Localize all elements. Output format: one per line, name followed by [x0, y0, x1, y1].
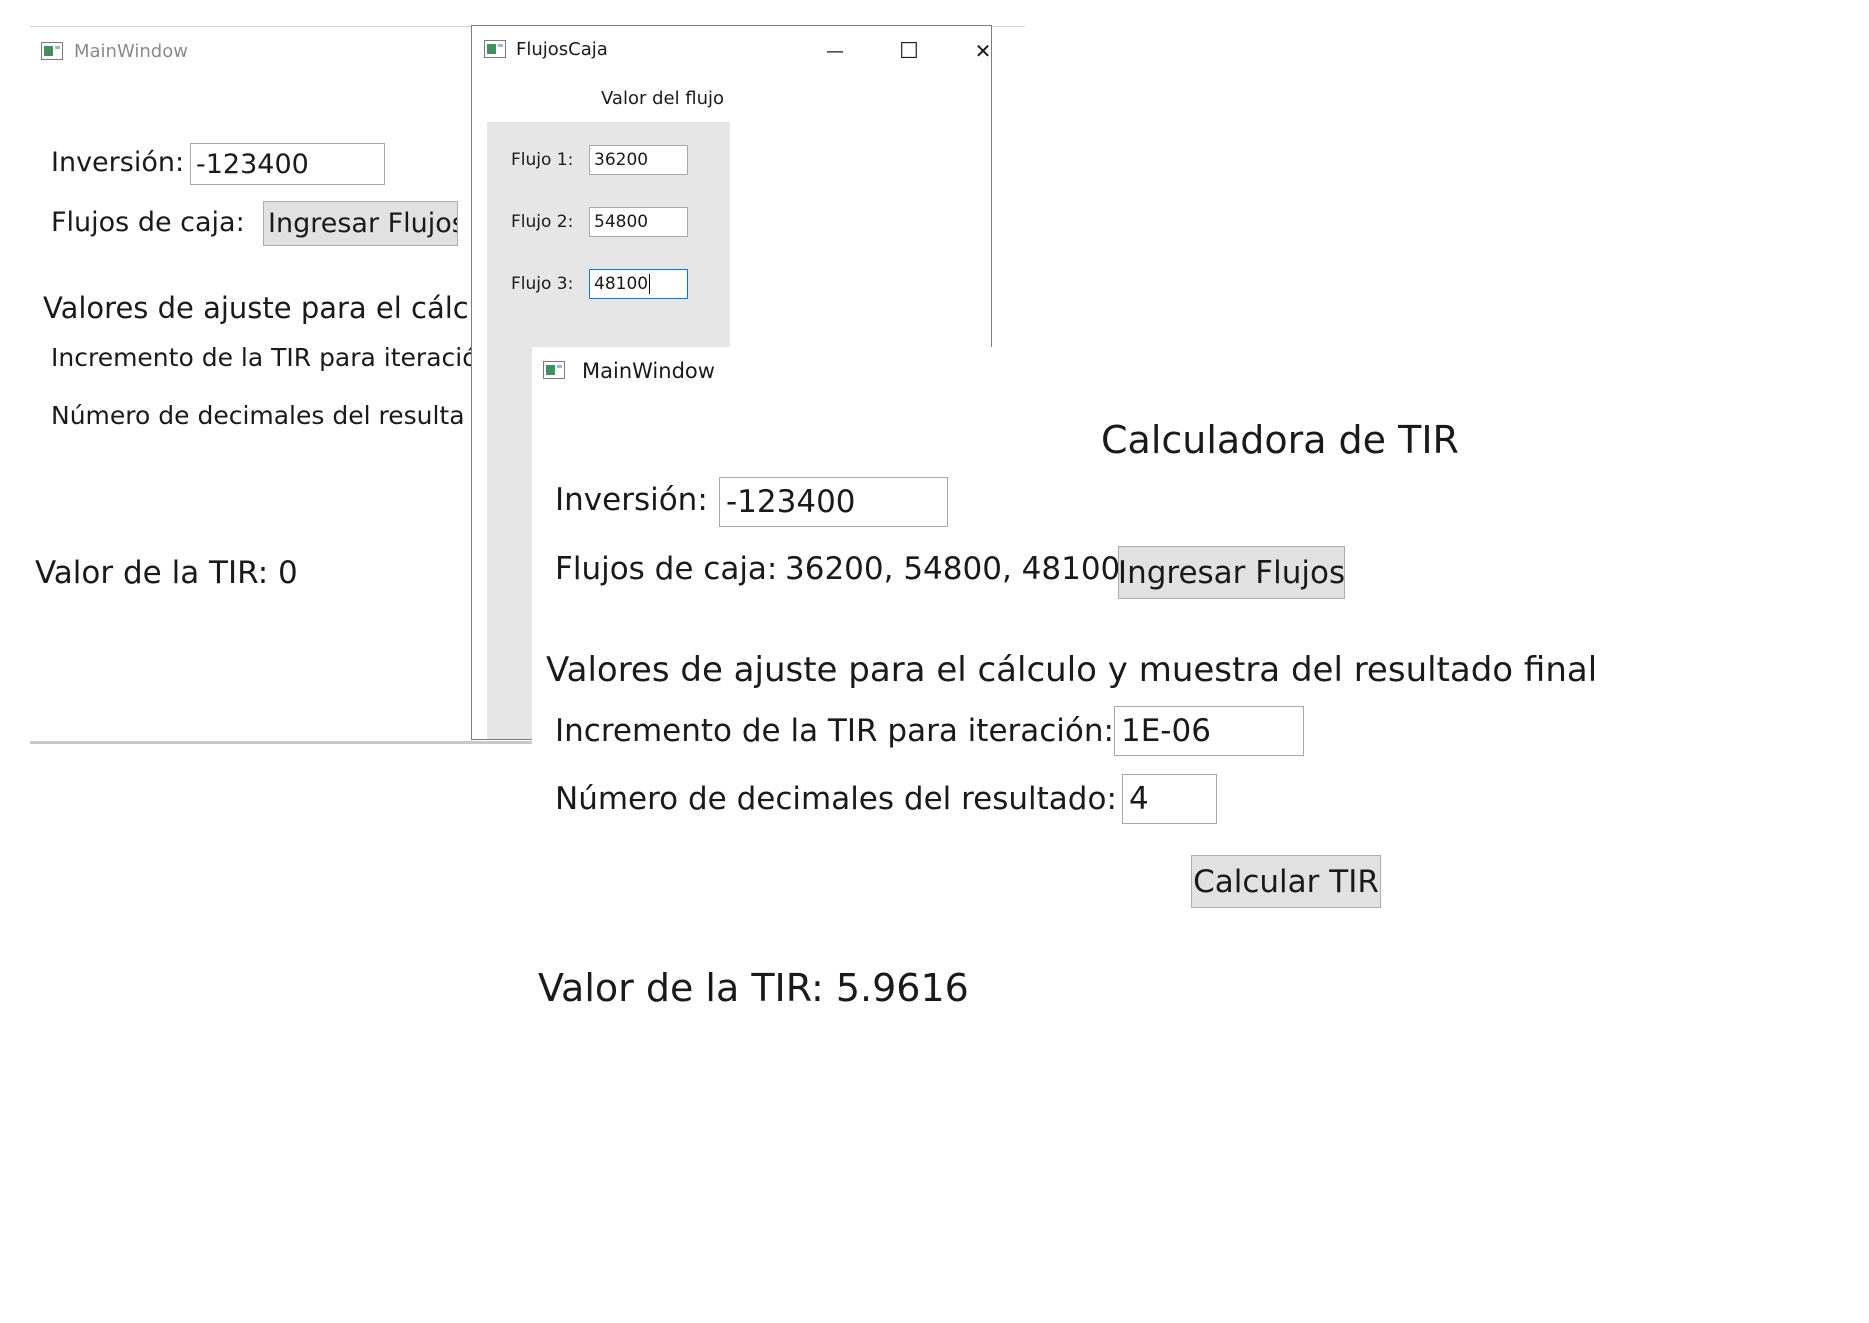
valor-flujo-header: Valor del flujo [601, 88, 725, 109]
front-main-window: MainWindow Calculadora de TIR Inversión:… [532, 347, 1869, 1323]
flujos-label: Flujos de caja: [555, 551, 778, 587]
flujo-3-input[interactable]: 48100 [589, 269, 688, 299]
app-icon [484, 40, 506, 58]
inversion-label: Inversión: [555, 482, 708, 518]
app-icon [41, 42, 63, 60]
resultado-label: Valor de la TIR: 5.9616 [538, 966, 969, 1010]
inversion-label: Inversión: [51, 147, 185, 178]
ingresar-flujos-button[interactable]: Ingresar Flujos [263, 201, 458, 246]
decimales-label: Número de decimales del resultado: [555, 781, 1117, 817]
ingresar-flujos-button[interactable]: Ingresar Flujos [1118, 546, 1345, 599]
flujos-label: Flujos de caja: [51, 207, 245, 238]
flujos-value: 36200, 54800, 48100 [785, 551, 1121, 587]
inversion-input[interactable]: -123400 [719, 477, 948, 527]
resultado-label: Valor de la TIR: 0 [35, 555, 298, 591]
minimize-button[interactable]: — [812, 31, 858, 71]
flujo-2-label: Flujo 2: [511, 212, 574, 232]
flujo-1-input[interactable]: 36200 [589, 145, 688, 175]
inversion-input[interactable]: -123400 [190, 143, 385, 185]
incremento-label: Incremento de la TIR para iteración: [555, 713, 1114, 749]
calcular-tir-button[interactable]: Calcular TIR [1191, 855, 1381, 908]
app-icon [543, 361, 565, 379]
maximize-button[interactable]: ☐ [886, 31, 932, 71]
flujo-2-input[interactable]: 54800 [589, 207, 688, 237]
window-title: MainWindow [74, 41, 188, 62]
window-title: MainWindow [582, 359, 715, 383]
decimales-input[interactable]: 4 [1122, 774, 1217, 824]
close-button[interactable]: ✕ [960, 31, 992, 71]
flujo-1-label: Flujo 1: [511, 150, 574, 170]
incremento-label: Incremento de la TIR para iteració [51, 343, 478, 372]
page-title: Calculadora de TIR [1101, 418, 1459, 462]
text-cursor [649, 274, 651, 294]
flujo-3-label: Flujo 3: [511, 274, 574, 294]
minimize-icon: — [826, 40, 844, 62]
close-icon: ✕ [974, 39, 992, 63]
incremento-input[interactable]: 1E-06 [1114, 706, 1304, 756]
window-title: FlujosCaja [516, 39, 608, 60]
decimales-label: Número de decimales del resulta [51, 401, 465, 430]
ajuste-heading: Valores de ajuste para el cálcu [43, 291, 488, 325]
ajuste-heading: Valores de ajuste para el cálculo y mues… [546, 650, 1598, 690]
maximize-icon: ☐ [899, 38, 919, 64]
